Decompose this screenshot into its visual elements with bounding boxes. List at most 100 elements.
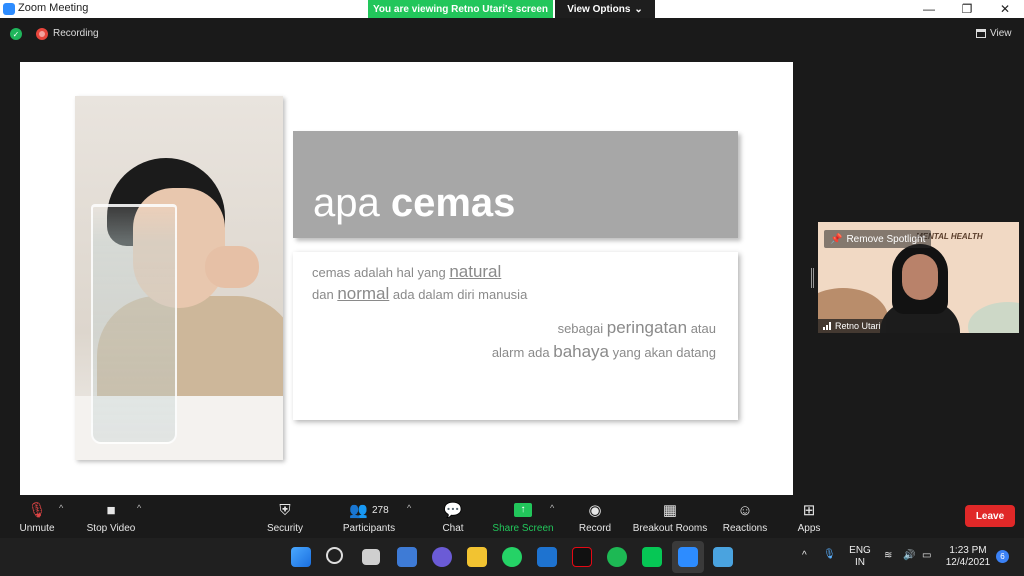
volume-icon[interactable]: 🔊 <box>903 550 915 562</box>
language-code: ENG <box>849 545 871 556</box>
view-label: View <box>990 27 1012 39</box>
slide-line-4-emphasis: bahaya <box>553 342 610 361</box>
view-options-label: View Options <box>567 3 631 15</box>
mail-icon[interactable] <box>537 547 557 567</box>
record-button[interactable]: ◉ Record <box>578 500 612 536</box>
task-view-icon[interactable] <box>362 549 380 565</box>
signal-strength-icon <box>823 322 831 330</box>
tray-microphone-icon[interactable]: 🎙 <box>823 549 836 561</box>
chat-button[interactable]: 💬 Chat <box>440 500 466 536</box>
tile-background-shape <box>968 302 1019 333</box>
slide-heading-bold: cemas <box>390 181 516 225</box>
panel-resize-handle[interactable] <box>811 268 814 288</box>
muted-microphone-icon: 🎙 <box>27 502 47 519</box>
wifi-icon[interactable]: ≋ <box>884 550 892 562</box>
netflix-icon[interactable] <box>572 547 592 567</box>
recording-label[interactable]: Recording <box>53 28 99 39</box>
slide-line-4-text: alarm ada <box>491 345 554 360</box>
apps-button[interactable]: ⊞ Apps <box>797 500 821 536</box>
clock-time: 1:23 PM <box>949 545 987 556</box>
unmute-button[interactable]: 🎙 Unmute <box>18 500 56 536</box>
reactions-button[interactable]: ☺ Reactions <box>723 500 767 536</box>
photos-icon[interactable] <box>713 547 733 567</box>
remove-spotlight-label: Remove Spotlight <box>846 233 926 245</box>
share-screen-button[interactable]: ↑ Share Screen <box>492 500 554 536</box>
start-windows-icon[interactable] <box>291 547 311 567</box>
encryption-shield-icon[interactable]: ✓ <box>10 28 22 40</box>
notification-count-badge[interactable]: 6 <box>996 550 1009 563</box>
close-icon: ✕ <box>999 2 1011 16</box>
file-explorer-icon[interactable] <box>467 547 487 567</box>
chat-bubble-icon: 💬 <box>443 502 463 519</box>
breakout-rooms-label: Breakout Rooms <box>632 523 708 534</box>
slide-line-1-text: cemas adalah hal yang <box>312 265 450 280</box>
video-options-caret[interactable]: ^ <box>137 503 141 513</box>
security-shield-icon: ⛨ <box>279 501 291 519</box>
whatsapp-icon[interactable] <box>502 547 522 567</box>
stop-video-label: Stop Video <box>86 523 136 534</box>
participant-video-tile[interactable]: MENTAL HEALTH 📌 Remove Spotlight Retno U… <box>818 222 1019 333</box>
apps-label: Apps <box>797 523 821 534</box>
slide-line-2: dan normal ada dalam diri manusia <box>312 284 527 304</box>
speaker-face <box>902 254 938 300</box>
restore-icon: ❐ <box>961 2 973 16</box>
slide-line-2-text: dan <box>312 287 338 302</box>
slide-heading: apa cemas <box>313 183 515 223</box>
close-button[interactable]: ✕ <box>986 0 1024 18</box>
input-language-indicator[interactable]: ENG IN <box>848 545 872 569</box>
security-button[interactable]: ⛨ Security <box>265 500 305 536</box>
slide-line-2-emphasis: normal <box>337 284 390 303</box>
reactions-smiley-icon: ☺ <box>737 501 753 519</box>
slide-body-box: cemas adalah hal yang natural dan normal… <box>293 252 738 420</box>
minimize-button[interactable]: — <box>910 0 948 18</box>
windows-taskbar: ^ 🎙 ENG IN ≋ 🔊 ▭ 1:23 PM 12/4/2021 <box>0 538 1024 576</box>
view-button[interactable]: View <box>976 25 1018 41</box>
slide-photo <box>75 96 283 460</box>
slide-line-4: alarm ada bahaya yang akan datang <box>492 342 716 362</box>
slide-line-2-text-end: ada dalam diri manusia <box>389 287 528 302</box>
widgets-icon[interactable] <box>397 547 417 567</box>
slide-heading-light: apa <box>313 181 391 225</box>
spotify-icon[interactable] <box>607 547 627 567</box>
security-label: Security <box>266 523 304 534</box>
slide-line-4-text-end: yang akan datang <box>609 345 716 360</box>
slide-line-3: sebagai peringatan atau <box>558 318 716 338</box>
participants-button[interactable]: 👥 278 Participants <box>341 500 397 536</box>
remove-spotlight-button[interactable]: 📌 Remove Spotlight <box>824 230 932 248</box>
view-grid-icon <box>976 28 986 38</box>
tray-overflow-chevron-icon[interactable]: ^ <box>802 550 807 562</box>
zoom-logo-icon <box>3 3 15 15</box>
participants-count: 278 <box>372 504 389 516</box>
stop-video-button[interactable]: ■ Stop Video <box>86 500 136 536</box>
clock[interactable]: 1:23 PM 12/4/2021 <box>944 545 992 569</box>
teams-chat-icon[interactable] <box>432 547 452 567</box>
view-options-button[interactable]: View Options ⌄ <box>555 0 655 18</box>
breakout-rooms-button[interactable]: ▦ Breakout Rooms <box>633 500 707 536</box>
shared-screen-slide: apa cemas cemas adalah hal yang natural … <box>20 62 793 495</box>
participants-options-caret[interactable]: ^ <box>407 503 411 513</box>
slide-line-3-text-end: atau <box>687 321 716 336</box>
meeting-toolbar: 🎙 Unmute ^ ■ Stop Video ^ ⛨ Security 👥 27… <box>0 496 1024 538</box>
search-icon[interactable] <box>326 547 343 564</box>
zoom-window: Zoom Meeting You are viewing Retno Utari… <box>0 0 1024 576</box>
participant-name: Retno Utari <box>835 321 881 331</box>
maximize-button[interactable]: ❐ <box>948 0 986 18</box>
unmute-label: Unmute <box>19 523 55 534</box>
minimize-icon: — <box>923 2 935 16</box>
slide-line-1: cemas adalah hal yang natural <box>312 262 501 282</box>
slide-line-3-text: sebagai <box>557 321 607 336</box>
line-app-icon[interactable] <box>642 547 662 567</box>
clock-date: 12/4/2021 <box>945 557 991 568</box>
battery-icon[interactable]: ▭ <box>922 550 931 562</box>
audio-options-caret[interactable]: ^ <box>59 503 63 513</box>
breakout-rooms-icon: ▦ <box>662 502 678 519</box>
slide-heading-box: apa cemas <box>293 131 738 238</box>
share-options-caret[interactable]: ^ <box>550 503 554 513</box>
participant-name-tag: Retno Utari <box>818 319 886 333</box>
chevron-down-icon: ⌄ <box>634 3 643 15</box>
record-label: Record <box>578 523 612 534</box>
share-screen-label: Share Screen <box>492 523 554 534</box>
zoom-app-icon[interactable] <box>678 547 698 567</box>
leave-button[interactable]: Leave <box>965 505 1015 527</box>
photo-hand <box>205 246 259 288</box>
